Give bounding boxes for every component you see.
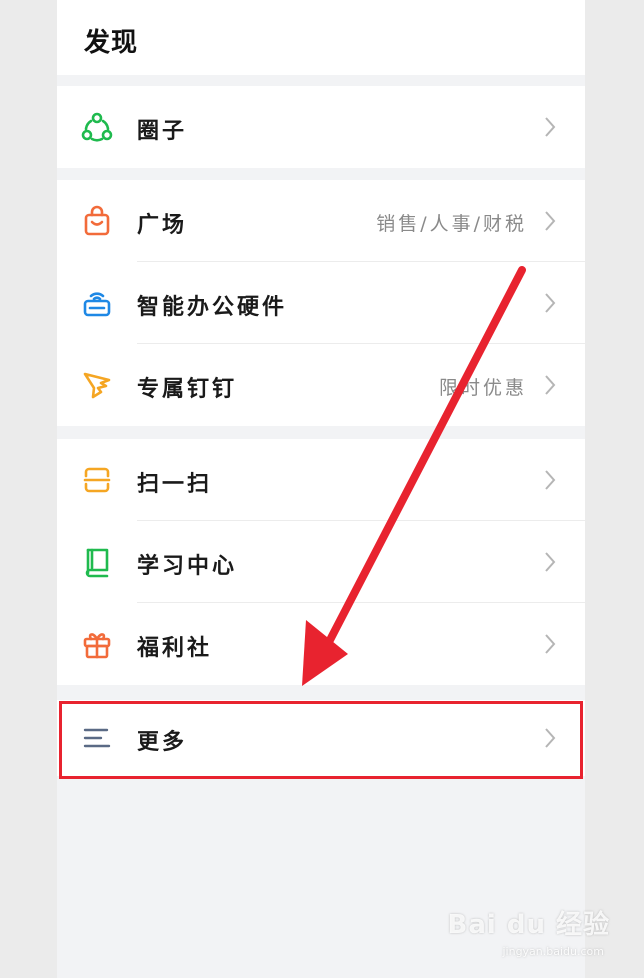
list-item-subtitle: 销售/人事/财税 [376, 213, 527, 235]
list-item-label: 学习中心 [137, 554, 238, 579]
list-item-subtitle: 限时优惠 [438, 377, 527, 399]
list-item-circle[interactable]: 圈子 [57, 86, 585, 168]
shopping-bag-icon [81, 205, 113, 237]
page-title: 发现 [84, 28, 139, 58]
discover-screen: 发现 圈子 广场 销售/人事/财税 智能办公硬件 专属钉钉 限时优惠 扫一扫 学… [57, 0, 585, 978]
chevron-right-icon [543, 116, 557, 138]
chevron-right-icon [543, 292, 557, 314]
list-item-scan[interactable]: 扫一扫 [57, 439, 585, 521]
chevron-right-icon [543, 210, 557, 232]
list-item-plaza[interactable]: 广场 销售/人事/财税 [57, 180, 585, 262]
list-item-label: 智能办公硬件 [137, 295, 288, 320]
chevron-right-icon [543, 551, 557, 573]
list-item-label: 扫一扫 [137, 472, 213, 497]
group-tools: 扫一扫 学习中心 福利社 [57, 439, 585, 685]
list-item-welfare[interactable]: 福利社 [57, 603, 585, 685]
chevron-right-icon [543, 633, 557, 655]
book-icon [81, 546, 113, 578]
list-item-label: 专属钉钉 [137, 377, 238, 402]
list-item-label: 圈子 [137, 119, 188, 144]
chevron-right-icon [543, 374, 557, 396]
watermark-url: jingyan.baidu.com [502, 945, 604, 958]
circle-network-icon [81, 111, 113, 143]
chevron-right-icon [543, 469, 557, 491]
scan-icon [81, 464, 113, 496]
list-item-label: 广场 [137, 213, 188, 238]
highlight-box [59, 701, 583, 779]
watermark-brand: Bai du 经验 [447, 910, 610, 940]
list-item-smart-hardware[interactable]: 智能办公硬件 [57, 262, 585, 344]
group-services: 广场 销售/人事/财税 智能办公硬件 专属钉钉 限时优惠 [57, 180, 585, 426]
group-circle: 圈子 [57, 86, 585, 168]
smart-hardware-icon [81, 287, 113, 319]
list-item-learning-center[interactable]: 学习中心 [57, 521, 585, 603]
list-item-label: 福利社 [137, 636, 213, 661]
list-item-exclusive-dingtalk[interactable]: 专属钉钉 限时优惠 [57, 344, 585, 426]
page-header: 发现 [57, 0, 585, 75]
wing-icon [81, 369, 113, 401]
gift-icon [81, 628, 113, 660]
